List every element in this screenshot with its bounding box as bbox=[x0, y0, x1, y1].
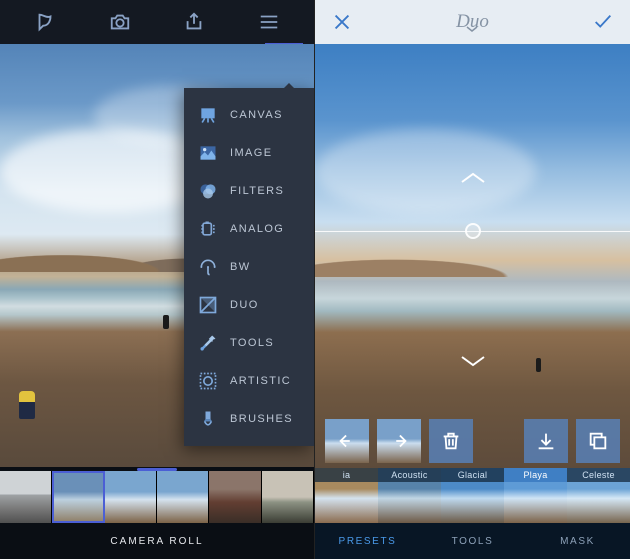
camera-roll-label: CAMERA ROLL bbox=[110, 536, 203, 547]
image-icon bbox=[198, 143, 218, 163]
topbar-left bbox=[0, 0, 314, 44]
stamp-icon bbox=[198, 371, 218, 391]
preset-label: ia bbox=[315, 468, 378, 482]
preset-item[interactable]: Acoustic bbox=[378, 468, 441, 523]
share-icon[interactable] bbox=[181, 9, 207, 35]
chevron-up-handle[interactable] bbox=[460, 171, 486, 190]
gradient-center-handle[interactable] bbox=[465, 223, 481, 239]
footer-left[interactable]: CAMERA ROLL bbox=[0, 523, 314, 559]
preset-label: Playa bbox=[504, 468, 567, 482]
tab-label: TOOLS bbox=[452, 536, 494, 547]
tab-tools[interactable]: TOOLS bbox=[420, 523, 525, 559]
menu-item-bw[interactable]: BW bbox=[184, 248, 314, 286]
camera-roll-strip[interactable] bbox=[0, 471, 314, 523]
menu-item-brushes[interactable]: BRUSHES bbox=[184, 400, 314, 438]
preset-item-selected[interactable]: Playa bbox=[504, 468, 567, 523]
library-canvas[interactable]: CANVAS IMAGE FILTERS ANALOG BW bbox=[0, 44, 314, 467]
thumb[interactable] bbox=[0, 471, 52, 523]
delete-button[interactable] bbox=[429, 419, 473, 463]
menu-item-image[interactable]: IMAGE bbox=[184, 134, 314, 172]
menu-item-label: ANALOG bbox=[230, 223, 284, 235]
effects-menu: CANVAS IMAGE FILTERS ANALOG BW bbox=[184, 88, 314, 446]
figure-decor bbox=[19, 391, 35, 419]
menu-item-label: ARTISTIC bbox=[230, 375, 291, 387]
logo-icon[interactable] bbox=[32, 9, 58, 35]
download-button[interactable] bbox=[524, 419, 568, 463]
editor-pane: Duo bbox=[315, 0, 630, 559]
topbar-right: Duo bbox=[315, 0, 630, 44]
undo-button[interactable] bbox=[325, 419, 369, 463]
menu-item-analog[interactable]: ANALOG bbox=[184, 210, 314, 248]
cloud-decor bbox=[315, 129, 536, 214]
preset-label: Glacial bbox=[441, 468, 504, 482]
copy-button[interactable] bbox=[576, 419, 620, 463]
canvas-icon bbox=[198, 105, 218, 125]
chevron-down-handle[interactable] bbox=[460, 354, 486, 373]
camera-icon[interactable] bbox=[107, 9, 133, 35]
chevron-down-icon bbox=[465, 17, 479, 39]
preset-label: Celeste bbox=[567, 468, 630, 482]
close-icon[interactable] bbox=[329, 9, 355, 35]
io-group bbox=[524, 419, 620, 463]
menu-item-label: CANVAS bbox=[230, 109, 283, 121]
hamburger-menu-icon[interactable] bbox=[256, 9, 282, 35]
menu-item-artistic[interactable]: ARTISTIC bbox=[184, 362, 314, 400]
umbrella-icon bbox=[198, 257, 218, 277]
action-row bbox=[315, 418, 630, 464]
history-group bbox=[325, 419, 473, 463]
menu-item-tools[interactable]: TOOLS bbox=[184, 324, 314, 362]
menu-item-canvas[interactable]: CANVAS bbox=[184, 96, 314, 134]
tab-presets[interactable]: PRESETS bbox=[315, 523, 420, 559]
thumb[interactable] bbox=[209, 471, 261, 523]
menu-item-label: DUO bbox=[230, 299, 259, 311]
menu-item-filters[interactable]: FILTERS bbox=[184, 172, 314, 210]
figure-decor bbox=[163, 315, 169, 329]
preset-item[interactable]: Glacial bbox=[441, 468, 504, 523]
mountain-decor bbox=[315, 243, 630, 277]
preset-item[interactable]: ia bbox=[315, 468, 378, 523]
filters-icon bbox=[198, 181, 218, 201]
preset-strip[interactable]: ia Acoustic Glacial Playa Celeste bbox=[315, 468, 630, 523]
confirm-icon[interactable] bbox=[590, 9, 616, 35]
thumb[interactable] bbox=[262, 471, 314, 523]
tab-mask[interactable]: MASK bbox=[525, 523, 630, 559]
editor-title[interactable]: Duo bbox=[456, 11, 489, 33]
figure-decor bbox=[536, 358, 541, 372]
film-roll-icon bbox=[198, 219, 218, 239]
thumb[interactable] bbox=[157, 471, 209, 523]
preset-item[interactable]: Celeste bbox=[567, 468, 630, 523]
brush-icon bbox=[198, 409, 218, 429]
duo-icon bbox=[198, 295, 218, 315]
menu-caret-icon bbox=[284, 83, 294, 88]
thumb[interactable] bbox=[105, 471, 157, 523]
menu-item-label: FILTERS bbox=[230, 185, 284, 197]
tab-label: MASK bbox=[560, 536, 595, 547]
thumb-selected[interactable] bbox=[52, 471, 104, 523]
app-root: CANVAS IMAGE FILTERS ANALOG BW bbox=[0, 0, 630, 559]
footer-right: PRESETS TOOLS MASK bbox=[315, 523, 630, 559]
editor-canvas[interactable] bbox=[315, 44, 630, 468]
menu-item-label: IMAGE bbox=[230, 147, 272, 159]
menu-item-label: TOOLS bbox=[230, 337, 274, 349]
library-pane: CANVAS IMAGE FILTERS ANALOG BW bbox=[0, 0, 315, 559]
menu-item-label: BRUSHES bbox=[230, 413, 293, 425]
tools-icon bbox=[198, 333, 218, 353]
redo-button[interactable] bbox=[377, 419, 421, 463]
menu-item-duo[interactable]: DUO bbox=[184, 286, 314, 324]
preset-label: Acoustic bbox=[378, 468, 441, 482]
menu-item-label: BW bbox=[230, 261, 251, 273]
tab-label: PRESETS bbox=[339, 536, 397, 547]
